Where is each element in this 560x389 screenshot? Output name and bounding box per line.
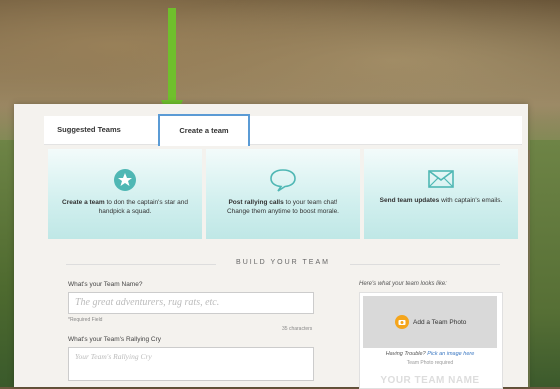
required-field-note: *Required Field (68, 317, 103, 323)
feature-card-rally: Post rallying calls to your team chat! C… (206, 149, 360, 239)
feature-updates-text: with captain's emails. (439, 197, 503, 204)
feature-create-bold: Create a team (62, 199, 105, 206)
feature-updates-bold: Send team updates (379, 197, 440, 204)
rallying-cry-label: What's your Team's Rallying Cry (68, 336, 162, 343)
feature-card-updates: Send team updates with captain's emails. (364, 149, 518, 239)
feature-rally-bold: Post rallying calls (228, 199, 284, 206)
character-count: 35 characters (282, 326, 313, 332)
team-name-input[interactable]: The great adventurers, rug rats, etc. (68, 292, 314, 314)
build-your-team-heading: BUILD YOUR TEAM (66, 259, 500, 269)
add-team-photo-button[interactable]: Add a Team Photo (395, 315, 466, 329)
envelope-icon (428, 170, 454, 188)
rallying-cry-input[interactable]: Your Team's Rallying Cry (68, 347, 314, 381)
create-team-panel: Suggested Teams Create a team Create a t… (14, 104, 528, 389)
preview-team-name: YOUR TEAM NAME (380, 375, 480, 386)
speech-bubble-icon (270, 169, 296, 192)
team-preview-card: Add a Team Photo Having Trouble? Pick an… (359, 292, 503, 389)
team-photo-placeholder[interactable]: Add a Team Photo (363, 296, 497, 348)
tab-bar: Suggested Teams Create a team (44, 114, 522, 146)
photo-required-note: Team Photo required (406, 360, 454, 366)
team-name-label: What's your Team Name? (68, 281, 143, 288)
having-trouble-label: Having Trouble? (385, 351, 428, 357)
tab-suggested-teams[interactable]: Suggested Teams (48, 116, 130, 144)
feature-create-text: to don the captain's star and handpick a… (98, 199, 188, 215)
background-photo-right (530, 140, 560, 387)
pick-image-link[interactable]: Pick an image here (427, 351, 474, 357)
star-badge-icon (114, 169, 136, 191)
feature-cards: Create a team to don the captain's star … (48, 149, 518, 239)
having-trouble-text: Having Trouble? Pick an image here (360, 351, 500, 357)
preview-label: Here's what your team looks like: (359, 281, 447, 287)
camera-icon (395, 315, 409, 329)
tab-create-a-team[interactable]: Create a team (158, 114, 250, 146)
add-team-photo-label: Add a Team Photo (413, 318, 467, 326)
feature-card-create: Create a team to don the captain's star … (48, 149, 202, 239)
